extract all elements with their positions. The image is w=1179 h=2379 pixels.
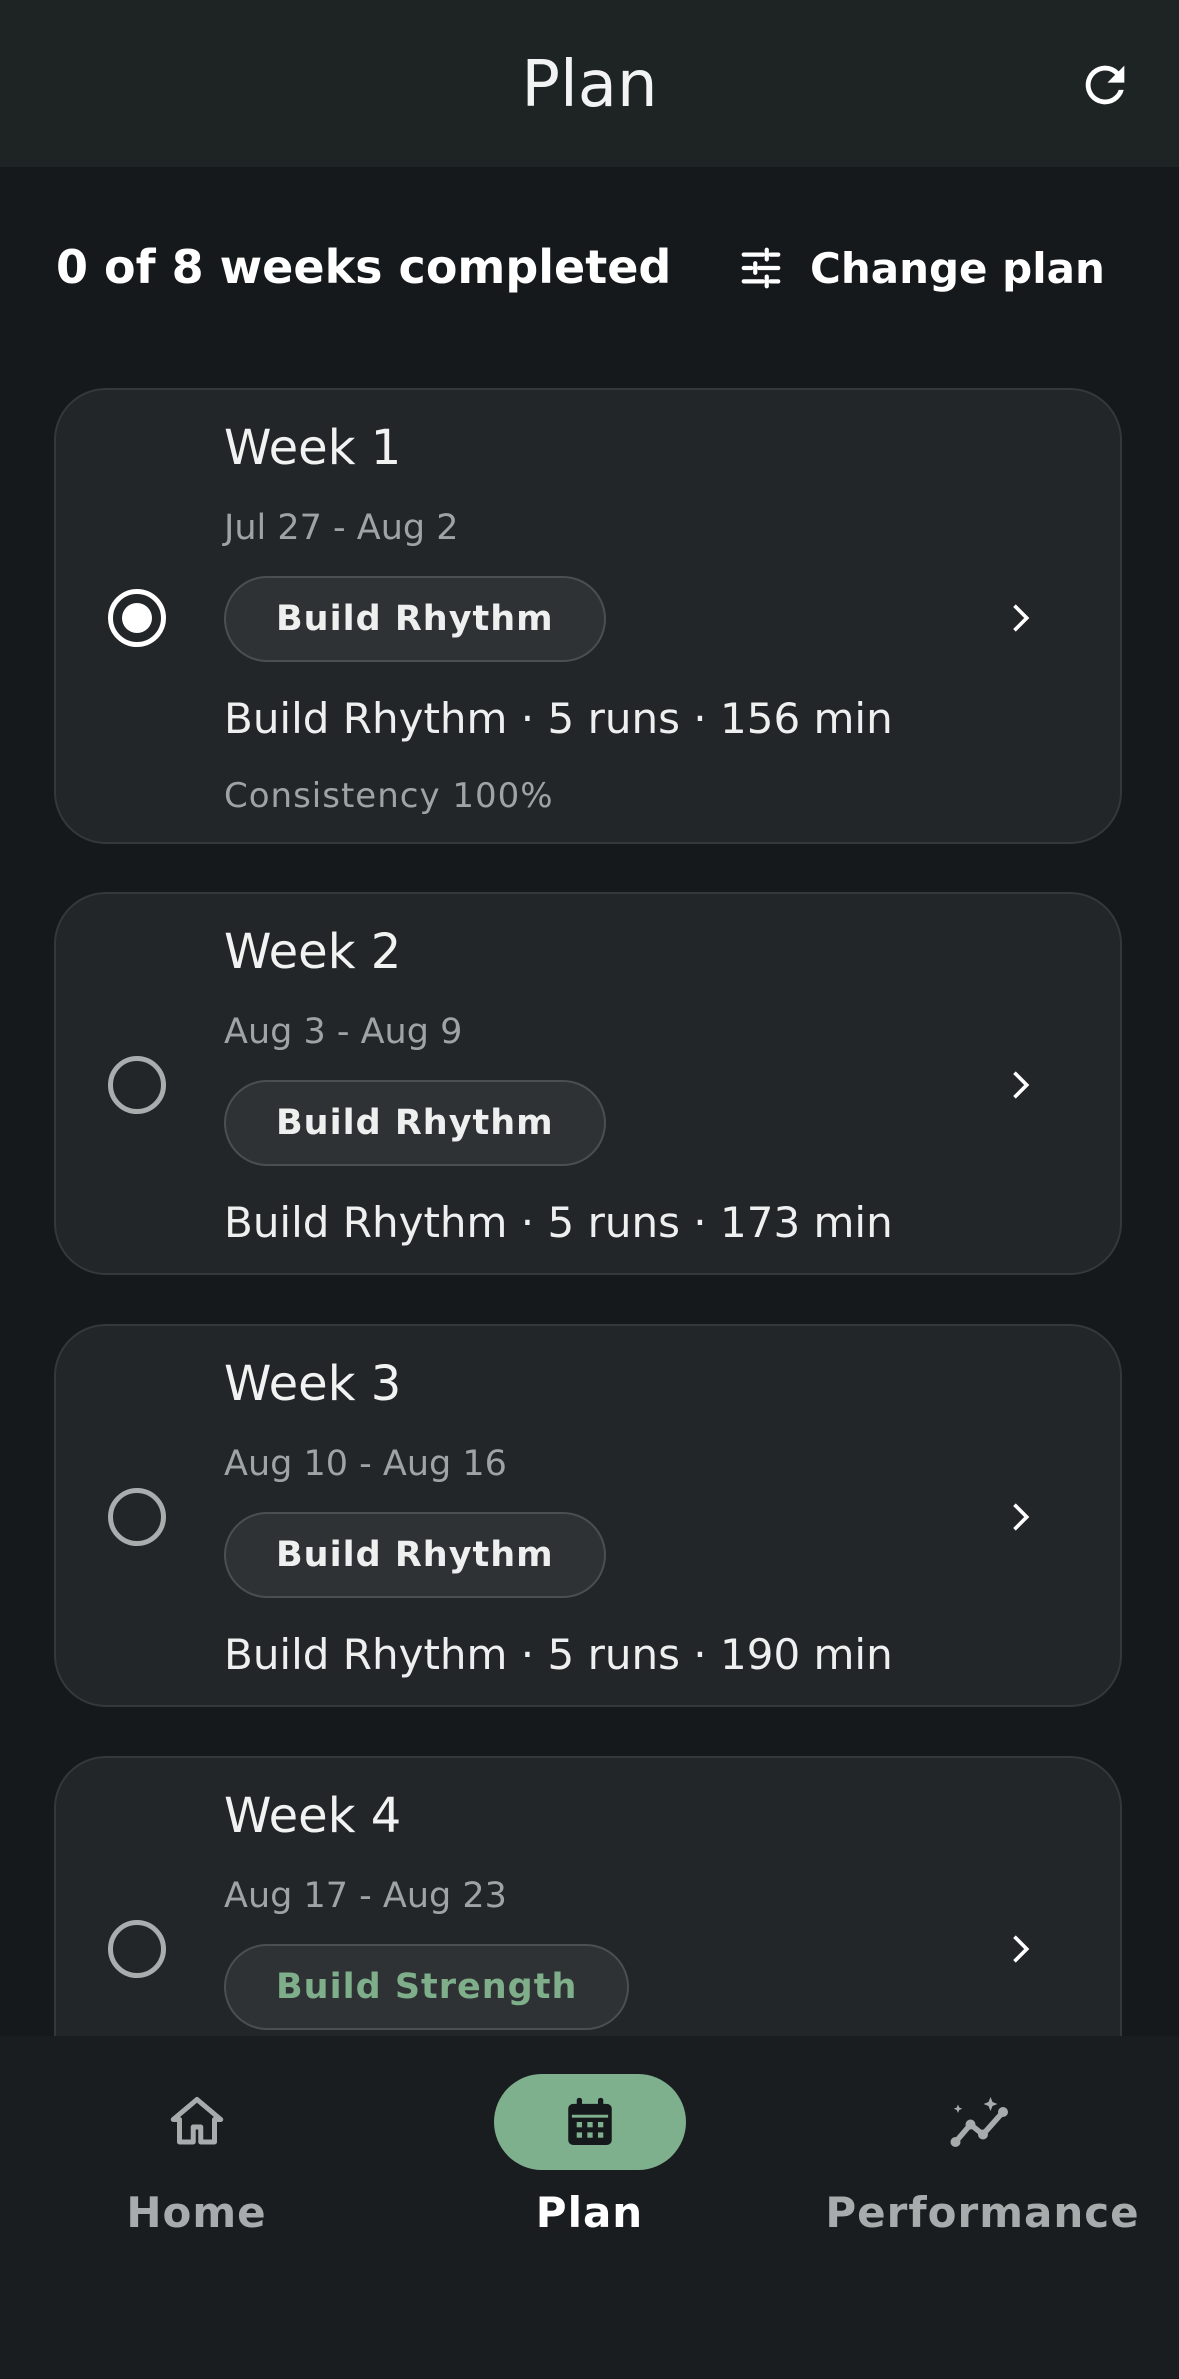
week-consistency: Consistency 100% bbox=[224, 776, 554, 816]
trend-sparkle-icon bbox=[950, 2097, 1008, 2147]
calendar-icon bbox=[567, 2097, 612, 2145]
week-title: Week 3 bbox=[224, 1356, 402, 1412]
week-summary: Build Rhythm · 5 runs · 190 min bbox=[224, 1630, 893, 1679]
phase-chip: Build Strength bbox=[224, 1944, 630, 2030]
week-card[interactable]: Week 2 Aug 3 - Aug 9 Build Rhythm Build … bbox=[54, 892, 1122, 1275]
nav-performance[interactable]: Performance bbox=[786, 2036, 1179, 2379]
refresh-icon[interactable] bbox=[1076, 56, 1134, 114]
nav-home-label: Home bbox=[126, 2188, 267, 2237]
phase-chip: Build Rhythm bbox=[224, 1080, 606, 1166]
chevron-right-icon bbox=[1013, 1503, 1030, 1531]
chevron-right-icon bbox=[1013, 1071, 1030, 1099]
change-plan-label: Change plan bbox=[810, 243, 1105, 293]
change-plan-button[interactable]: Change plan bbox=[738, 238, 1105, 298]
chevron-right-icon bbox=[1013, 1935, 1030, 1963]
bottom-navigation: Home Plan Performance bbox=[0, 2036, 1179, 2379]
phase-chip: Build Rhythm bbox=[224, 1512, 606, 1598]
nav-performance-icon-container bbox=[887, 2074, 1079, 2170]
nav-performance-label: Performance bbox=[825, 2188, 1140, 2237]
nav-plan-label: Plan bbox=[535, 2188, 644, 2237]
week-dates: Aug 3 - Aug 9 bbox=[224, 1012, 463, 1052]
week-status-radio[interactable] bbox=[108, 1056, 166, 1114]
week-title: Week 2 bbox=[224, 924, 402, 980]
week-dates: Aug 10 - Aug 16 bbox=[224, 1444, 507, 1484]
week-summary: Build Rhythm · 5 runs · 173 min bbox=[224, 1198, 893, 1247]
week-status-radio[interactable] bbox=[108, 1488, 166, 1546]
top-app-bar: Plan bbox=[0, 0, 1179, 167]
week-card[interactable]: Week 3 Aug 10 - Aug 16 Build Rhythm Buil… bbox=[54, 1324, 1122, 1707]
week-dates: Aug 17 - Aug 23 bbox=[224, 1876, 507, 1916]
chevron-right-icon bbox=[1013, 604, 1030, 632]
week-summary: Build Rhythm · 5 runs · 156 min bbox=[224, 694, 893, 743]
week-status-radio[interactable] bbox=[108, 1920, 166, 1978]
nav-plan-icon-container bbox=[493, 2074, 686, 2170]
week-title: Week 4 bbox=[224, 1788, 402, 1844]
nav-home[interactable]: Home bbox=[0, 2036, 393, 2379]
home-icon bbox=[170, 2097, 223, 2145]
sliders-icon bbox=[741, 247, 781, 289]
phase-chip: Build Rhythm bbox=[224, 576, 606, 662]
weeks-completed-summary: 0 of 8 weeks completed bbox=[56, 240, 672, 294]
nav-plan[interactable]: Plan bbox=[393, 2036, 786, 2379]
week-status-radio[interactable] bbox=[108, 589, 166, 647]
week-title: Week 1 bbox=[224, 420, 402, 476]
week-card[interactable]: Week 1 Jul 27 - Aug 2 Build Rhythm Build… bbox=[54, 388, 1122, 844]
nav-home-icon-container bbox=[101, 2074, 293, 2170]
week-dates: Jul 27 - Aug 2 bbox=[224, 508, 459, 548]
page-title: Plan bbox=[521, 48, 658, 122]
